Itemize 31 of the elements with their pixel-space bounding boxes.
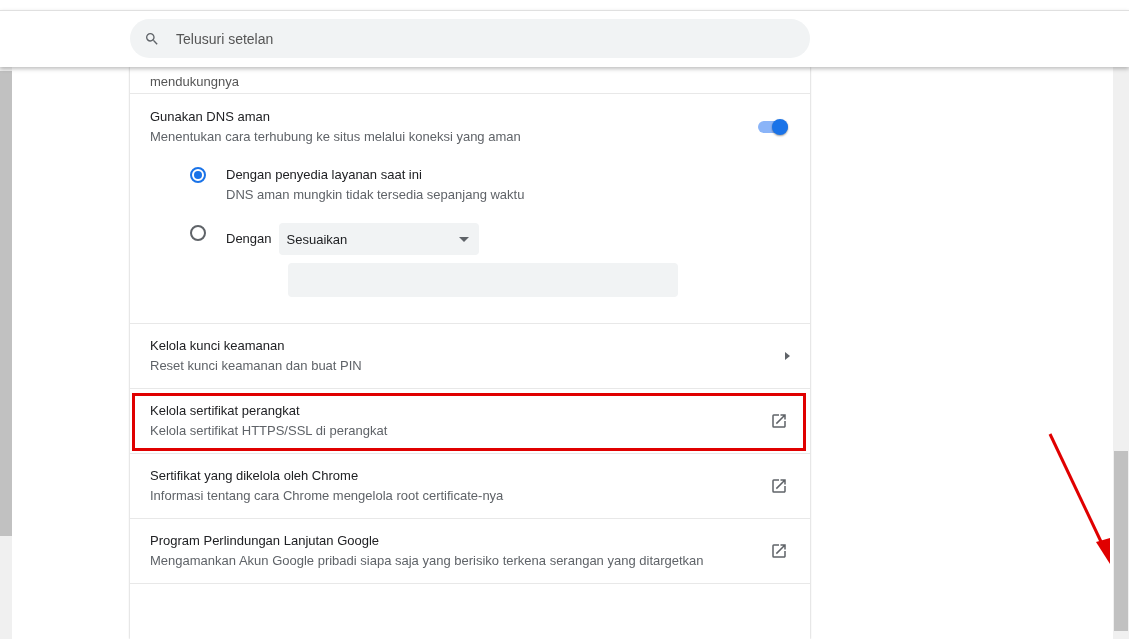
external-link-icon[interactable] [770, 477, 788, 495]
option-label: Dengan [226, 230, 272, 248]
dropdown[interactable]: Sesuaikan [278, 223, 479, 255]
setting-description: Menentukan cara terhubung ke situs melalui koneksi yang aman [150, 128, 521, 146]
settings-row[interactable]: Sertifikat yang dikelola oleh Chrome Informasi tentang cara Chrome mengelola root certificate-nya [130, 454, 810, 519]
external-link-icon[interactable] [770, 542, 788, 560]
setting-description: Reset kunci keamanan dan buat PIN [150, 357, 362, 375]
setting-description: Informasi tentang cara Chrome mengelola root certificate-nya [150, 487, 504, 505]
caret-icon [785, 352, 790, 360]
radio-button[interactable] [190, 167, 206, 183]
scrollbar[interactable] [1113, 67, 1129, 639]
setting-title: Sertifikat yang dikelola oleh Chrome [150, 467, 360, 485]
settings-row[interactable]: Program Perlindungan Lanjutan Google Mengamankan Akun Google pribadi siapa saja yang berisiko terkena serangan yang ditargetkan [130, 519, 810, 584]
option-label: Dengan penyedia layanan saat ini [226, 166, 423, 184]
toggle-switch[interactable] [758, 121, 788, 133]
setting-title: Program Perlindungan Lanjutan Google [150, 532, 381, 550]
setting-title: Gunakan DNS aman [150, 108, 271, 126]
setting-description: Mengamankan Akun Google pribadi siapa saja yang berisiko terkena serangan yang ditargetkan [150, 552, 704, 570]
radio-button[interactable] [190, 225, 206, 241]
external-link-icon[interactable] [770, 412, 788, 430]
setting-description: Kelola sertifikat HTTPS/SSL di perangkat [150, 422, 388, 440]
option-description: DNS aman mungkin tidak tersedia sepanjang waktu [226, 186, 525, 204]
search-icon [144, 31, 160, 47]
setting-title: Kelola sertifikat perangkat [150, 402, 301, 420]
caret-icon [458, 236, 469, 242]
search-field[interactable]: Telusuri setelan [130, 19, 810, 58]
settings-row[interactable]: Kelola kunci keamanan Reset kunci keamanan dan buat PIN [130, 324, 810, 389]
setting-title: Kelola kunci keamanan [150, 337, 286, 355]
settings-row[interactable]: Kelola sertifikat perangkat Kelola sertifikat HTTPS/SSL di perangkat [130, 389, 810, 454]
scrollbar[interactable] [0, 67, 12, 639]
setting-description: mendukungnya [130, 67, 810, 94]
